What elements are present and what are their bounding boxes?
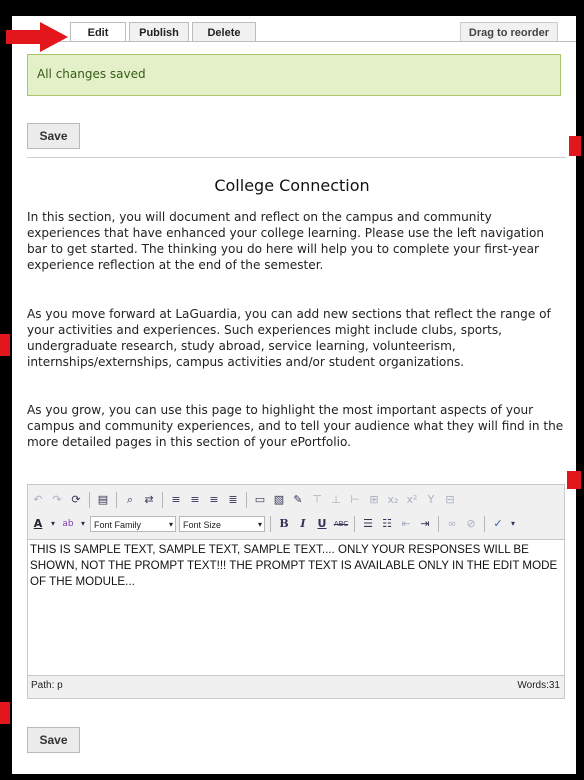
underline-icon[interactable]: U [314,516,330,532]
editor-content[interactable]: THIS IS SAMPLE TEXT, SAMPLE TEXT, SAMPLE… [30,542,560,590]
image-icon[interactable]: ▧ [271,492,287,508]
outdent-icon[interactable]: ⇤ [398,516,414,532]
annotation-marker [0,334,10,356]
strikethrough-icon[interactable]: ABC [333,516,349,532]
section-title: College Connection [214,176,370,195]
align-left-icon[interactable]: ≡ [168,492,184,508]
bullet-list-icon[interactable]: ☰ [360,516,376,532]
highlight-color-icon[interactable]: ab [60,516,76,532]
indent-icon[interactable]: ⇥ [417,516,433,532]
tab-divider [12,41,576,42]
table-row-below-icon[interactable]: ⊥ [328,492,344,508]
annotation-marker [0,702,10,724]
chevron-down-icon[interactable]: ▾ [49,516,57,532]
table-col-icon[interactable]: ⊢ [347,492,363,508]
subscript-icon[interactable]: x₂ [385,492,401,508]
editor-toolbar: ↶ ↷ ⟳ ▤ ⌕ ⇄ ≡ ≡ ≡ ≣ ▭ ▧ ✎ ⊤ ⊥ ⊢ ⊞ x₂ x² … [28,485,564,540]
paste-icon[interactable]: ▤ [95,492,111,508]
align-right-icon[interactable]: ≡ [206,492,222,508]
bold-icon[interactable]: B [276,516,292,532]
section-paragraph-3: As you grow, you can use this page to hi… [27,403,564,449]
tab-publish[interactable]: Publish [129,22,189,42]
split-icon[interactable]: Y [423,492,439,508]
find-icon[interactable]: ⌕ [122,492,138,508]
divider [27,157,566,158]
merge-icon[interactable]: ⊟ [442,492,458,508]
table-icon[interactable]: ⊞ [366,492,382,508]
italic-icon[interactable]: I [295,516,311,532]
toolbar-row-1: ↶ ↷ ⟳ ▤ ⌕ ⇄ ≡ ≡ ≡ ≣ ▭ ▧ ✎ ⊤ ⊥ ⊢ ⊞ x₂ x² … [30,489,458,511]
status-text: All changes saved [37,67,146,81]
annotation-marker [569,136,581,156]
word-count: Words:31 [517,680,560,691]
redo-icon[interactable]: ↷ [49,492,65,508]
save-button-bottom[interactable]: Save [27,727,80,753]
annotation-marker [567,471,581,489]
link-icon[interactable]: ∞ [444,516,460,532]
refresh-icon[interactable]: ⟳ [68,492,84,508]
arrow-right-icon [6,22,68,52]
chevron-down-icon[interactable]: ▾ [509,516,517,532]
module-tabs: Edit Publish Delete Drag to reorder [12,18,576,42]
align-center-icon[interactable]: ≡ [187,492,203,508]
toolbar-row-2: A ▾ ab ▾ Font Family ▾ Font Size ▾ B I U A… [30,513,517,535]
table-row-above-icon[interactable]: ⊤ [309,492,325,508]
undo-icon[interactable]: ↶ [30,492,46,508]
section-paragraph-1: In this section, you will document and r… [27,210,545,272]
drag-to-reorder-handle[interactable]: Drag to reorder [459,22,558,42]
spellcheck-icon[interactable]: ✓ [490,516,506,532]
editor-statusbar: Path: p Words:31 [28,675,564,698]
edit-icon[interactable]: ✎ [290,492,306,508]
font-family-select[interactable]: Font Family ▾ [90,516,176,532]
save-button-top[interactable]: Save [27,123,80,149]
rich-text-editor: ↶ ↷ ⟳ ▤ ⌕ ⇄ ≡ ≡ ≡ ≣ ▭ ▧ ✎ ⊤ ⊥ ⊢ ⊞ x₂ x² … [27,484,565,699]
numbered-list-icon[interactable]: ☷ [379,516,395,532]
editor-path: Path: p [31,680,63,691]
superscript-icon[interactable]: x² [404,492,420,508]
text-color-icon[interactable]: A [30,516,46,532]
unlink-icon[interactable]: ⊘ [463,516,479,532]
chevron-down-icon[interactable]: ▾ [79,516,87,532]
font-size-select[interactable]: Font Size ▾ [179,516,265,532]
tab-delete[interactable]: Delete [192,22,256,42]
new-document-icon[interactable]: ▭ [252,492,268,508]
status-success-message: All changes saved [27,54,561,96]
align-justify-icon[interactable]: ≣ [225,492,241,508]
tab-edit[interactable]: Edit [70,22,126,42]
section-paragraph-2: As you move forward at LaGuardia, you ca… [27,307,551,369]
replace-icon[interactable]: ⇄ [141,492,157,508]
